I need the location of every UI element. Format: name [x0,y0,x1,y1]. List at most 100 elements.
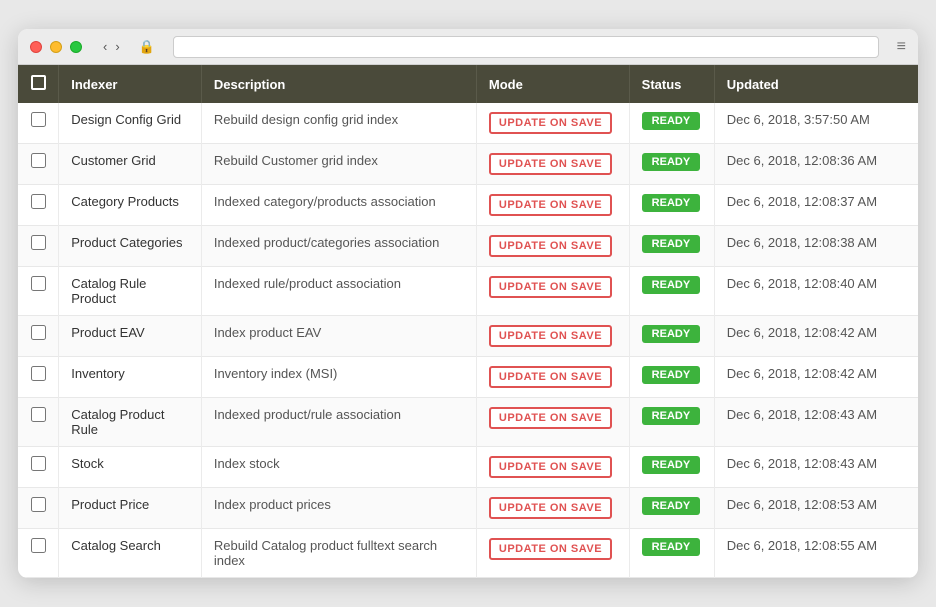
status-badge: READY [642,235,701,253]
updated-cell: Dec 6, 2018, 12:08:38 AM [714,226,918,267]
table-row: Design Config Grid Rebuild design config… [18,103,918,144]
row-checkbox-cell[interactable] [18,488,59,529]
updated-cell: Dec 6, 2018, 12:08:37 AM [714,185,918,226]
address-bar[interactable] [173,36,879,58]
indexer-description: Indexed product/rule association [201,398,476,447]
status-badge: READY [642,112,701,130]
mode-cell: UPDATE ON SAVE [476,103,629,144]
mode-cell: UPDATE ON SAVE [476,447,629,488]
main-window: ‹ › 🔒 ≡ Indexer Description Mode Status … [18,29,918,578]
indexer-description: Rebuild Catalog product fulltext search … [201,529,476,578]
table-row: Product EAV Index product EAV UPDATE ON … [18,316,918,357]
col-updated: Updated [714,65,918,103]
row-checkbox[interactable] [31,538,46,553]
row-checkbox-cell[interactable] [18,529,59,578]
mode-cell: UPDATE ON SAVE [476,267,629,316]
maximize-button[interactable] [70,41,82,53]
status-cell: READY [629,144,714,185]
mode-badge: UPDATE ON SAVE [489,235,612,257]
indexer-name: Product EAV [59,316,202,357]
close-button[interactable] [30,41,42,53]
row-checkbox[interactable] [31,456,46,471]
mode-cell: UPDATE ON SAVE [476,398,629,447]
select-all-header[interactable] [18,65,59,103]
table-row: Product Categories Indexed product/categ… [18,226,918,267]
row-checkbox[interactable] [31,325,46,340]
indexer-description: Indexed rule/product association [201,267,476,316]
back-button[interactable]: ‹ [100,39,110,54]
mode-cell: UPDATE ON SAVE [476,357,629,398]
status-badge: READY [642,407,701,425]
indexer-description: Rebuild design config grid index [201,103,476,144]
row-checkbox[interactable] [31,497,46,512]
mode-cell: UPDATE ON SAVE [476,144,629,185]
row-checkbox-cell[interactable] [18,226,59,267]
row-checkbox[interactable] [31,366,46,381]
status-badge: READY [642,366,701,384]
indexer-description: Indexed category/products association [201,185,476,226]
status-badge: READY [642,153,701,171]
nav-buttons: ‹ › [100,39,123,54]
indexer-name: Design Config Grid [59,103,202,144]
mode-cell: UPDATE ON SAVE [476,185,629,226]
menu-icon[interactable]: ≡ [897,38,906,56]
row-checkbox[interactable] [31,194,46,209]
updated-cell: Dec 6, 2018, 12:08:42 AM [714,357,918,398]
col-indexer: Indexer [59,65,202,103]
col-description: Description [201,65,476,103]
mode-badge: UPDATE ON SAVE [489,194,612,216]
status-badge: READY [642,194,701,212]
row-checkbox[interactable] [31,407,46,422]
row-checkbox-cell[interactable] [18,447,59,488]
indexer-description: Inventory index (MSI) [201,357,476,398]
minimize-button[interactable] [50,41,62,53]
row-checkbox-cell[interactable] [18,267,59,316]
status-badge: READY [642,497,701,515]
table-row: Catalog Search Rebuild Catalog product f… [18,529,918,578]
updated-cell: Dec 6, 2018, 12:08:43 AM [714,447,918,488]
row-checkbox-cell[interactable] [18,185,59,226]
mode-badge: UPDATE ON SAVE [489,538,612,560]
table-row: Category Products Indexed category/produ… [18,185,918,226]
mode-badge: UPDATE ON SAVE [489,456,612,478]
row-checkbox[interactable] [31,276,46,291]
table-row: Catalog Rule Product Indexed rule/produc… [18,267,918,316]
col-mode: Mode [476,65,629,103]
mode-cell: UPDATE ON SAVE [476,226,629,267]
row-checkbox-cell[interactable] [18,103,59,144]
row-checkbox-cell[interactable] [18,398,59,447]
forward-button[interactable]: › [112,39,122,54]
status-badge: READY [642,325,701,343]
indexer-description: Rebuild Customer grid index [201,144,476,185]
table-row: Customer Grid Rebuild Customer grid inde… [18,144,918,185]
status-cell: READY [629,103,714,144]
indexer-description: Index product EAV [201,316,476,357]
mode-badge: UPDATE ON SAVE [489,276,612,298]
row-checkbox[interactable] [31,235,46,250]
row-checkbox-cell[interactable] [18,357,59,398]
select-all-checkbox[interactable] [31,75,46,90]
mode-badge: UPDATE ON SAVE [489,366,612,388]
status-badge: READY [642,276,701,294]
mode-badge: UPDATE ON SAVE [489,407,612,429]
mode-badge: UPDATE ON SAVE [489,153,612,175]
indexer-name: Product Categories [59,226,202,267]
lock-icon: 🔒 [139,39,155,55]
indexer-description: Index stock [201,447,476,488]
indexer-name: Catalog Rule Product [59,267,202,316]
status-cell: READY [629,529,714,578]
updated-cell: Dec 6, 2018, 12:08:42 AM [714,316,918,357]
row-checkbox[interactable] [31,153,46,168]
indexer-name: Category Products [59,185,202,226]
mode-badge: UPDATE ON SAVE [489,112,612,134]
indexer-name: Inventory [59,357,202,398]
table-row: Inventory Inventory index (MSI) UPDATE O… [18,357,918,398]
indexer-description: Indexed product/categories association [201,226,476,267]
row-checkbox-cell[interactable] [18,144,59,185]
updated-cell: Dec 6, 2018, 12:08:55 AM [714,529,918,578]
status-badge: READY [642,456,701,474]
row-checkbox-cell[interactable] [18,316,59,357]
updated-cell: Dec 6, 2018, 12:08:43 AM [714,398,918,447]
status-cell: READY [629,185,714,226]
row-checkbox[interactable] [31,112,46,127]
